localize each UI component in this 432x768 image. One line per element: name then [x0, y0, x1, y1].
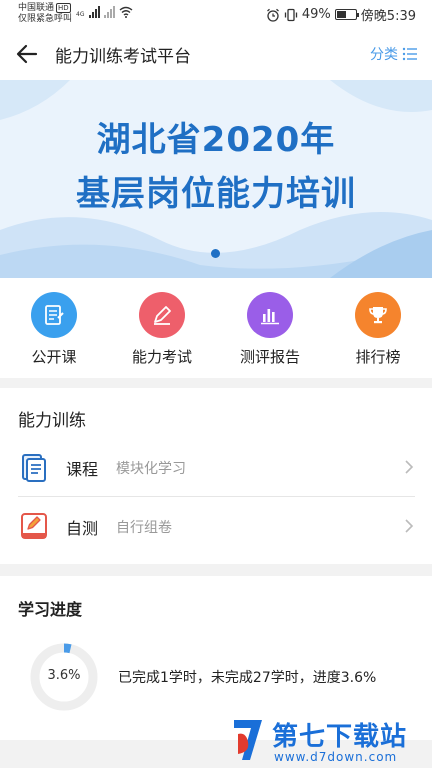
list-icon [402, 47, 417, 61]
battery-icon [334, 9, 359, 20]
app-header: 能力训练考试平台 分类 [0, 28, 432, 80]
hd-badge: HD [56, 3, 71, 13]
back-arrow-icon[interactable] [14, 41, 40, 67]
status-bar: 中国联通 HD 仅限紧急呼叫 4G 49% 傍晚5:39 [0, 0, 432, 28]
emergency-only-label: 仅限紧急呼叫 [18, 14, 73, 24]
training-item-desc: 自行组卷 [116, 520, 172, 536]
status-right: 49% 傍晚5:39 [266, 5, 416, 24]
signal-group: 4G [76, 6, 133, 18]
battery-percent: 49% [301, 7, 331, 22]
quick-label: 公开课 [31, 348, 77, 366]
quick-label: 排行榜 [355, 348, 401, 366]
training-item-course[interactable]: 课程 模块化学习 [0, 438, 432, 496]
quick-item-open-course[interactable]: 公开课 [0, 278, 108, 378]
category-label: 分类 [370, 47, 398, 63]
training-section: 能力训练 课程 模块化学习 自测 自行组卷 [0, 388, 432, 564]
page-title: 能力训练考试平台 [55, 47, 191, 67]
quick-menu: 公开课 能力考试 测评报告 排行榜 [0, 278, 432, 378]
quick-item-leaderboard[interactable]: 排行榜 [324, 278, 432, 378]
training-item-name: 自测 [66, 519, 99, 538]
banner-headline: 湖北省2020年 [96, 120, 336, 160]
quick-item-assessment-report[interactable]: 测评报告 [216, 278, 324, 378]
book-icon [22, 454, 46, 482]
signal-disabled-icon [104, 6, 116, 18]
progress-percent: 3.6% [47, 668, 81, 683]
trophy-icon [355, 292, 401, 338]
carrier-info: 中国联通 HD 仅限紧急呼叫 [18, 3, 72, 25]
section-title: 学习进度 [18, 600, 83, 619]
chevron-right-icon [405, 460, 414, 474]
d7down-logo-icon [234, 720, 262, 760]
signal-icon [89, 6, 101, 18]
edit-icon [21, 513, 47, 539]
quick-label: 能力考试 [131, 348, 192, 366]
network-4g-label: 4G [76, 11, 85, 18]
watermark: 第七下载站 www.d7down.com [230, 714, 426, 768]
section-title: 能力训练 [18, 411, 86, 431]
alarm-icon [266, 8, 279, 22]
pen-icon [139, 292, 185, 338]
quick-label: 测评报告 [239, 348, 300, 366]
training-item-name: 课程 [66, 460, 99, 479]
watermark-url: www.d7down.com [274, 750, 398, 764]
training-item-self-test[interactable]: 自测 自行组卷 [0, 497, 432, 555]
document-icon [31, 292, 77, 338]
wifi-icon [120, 6, 133, 18]
vibrate-icon [284, 8, 298, 21]
quick-item-ability-exam[interactable]: 能力考试 [108, 278, 216, 378]
category-button[interactable]: 分类 [370, 44, 418, 64]
carousel-indicator[interactable] [211, 249, 220, 258]
watermark-brand: 第七下载站 [272, 722, 408, 752]
promo-banner[interactable]: 湖北省2020年 基层岗位能力培训 [0, 80, 432, 278]
bar-chart-icon [247, 292, 293, 338]
carrier-name: 中国联通 [18, 3, 55, 13]
progress-summary: 已完成1学时，未完成27学时，进度3.6% [118, 670, 377, 686]
training-item-desc: 模块化学习 [116, 461, 186, 477]
status-time: 傍晚5:39 [360, 9, 416, 24]
banner-subheadline: 基层岗位能力培训 [76, 174, 356, 214]
chevron-right-icon [405, 519, 414, 533]
